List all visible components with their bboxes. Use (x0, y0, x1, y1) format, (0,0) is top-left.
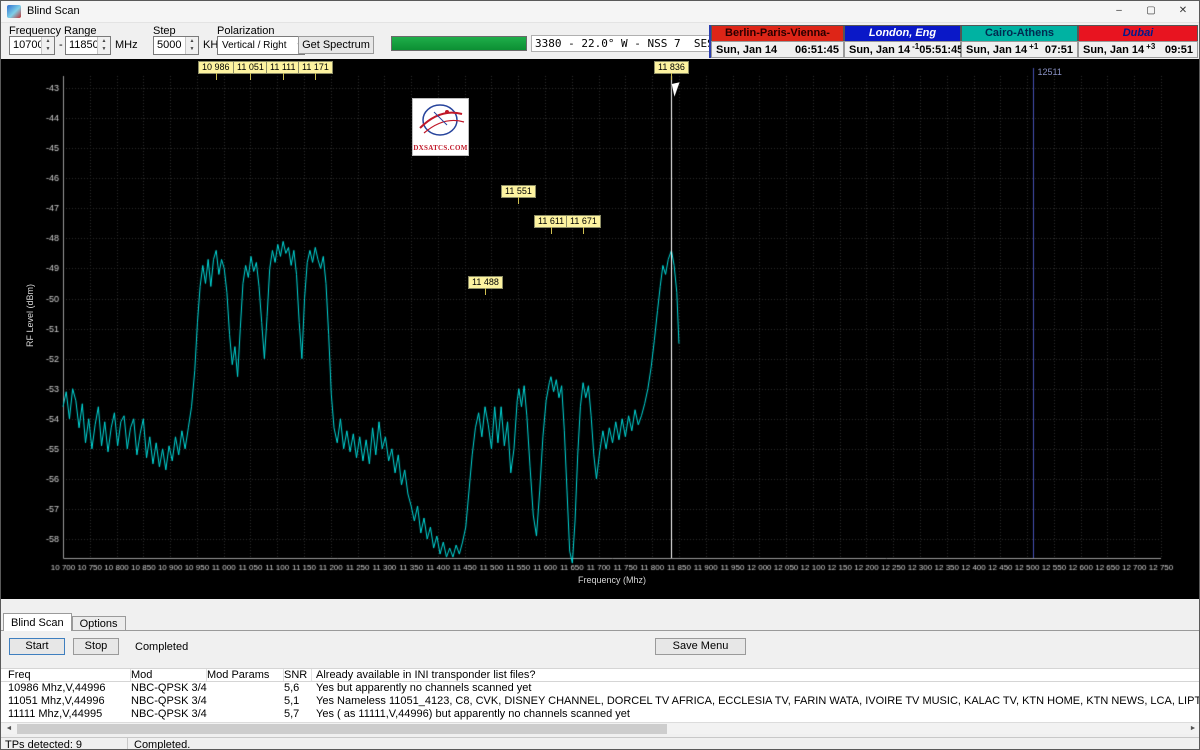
column-header-snr[interactable]: SNR (284, 669, 312, 681)
blind-scan-tab-panel: Start Stop Completed Save Menu Freq Mod … (1, 630, 1200, 750)
table-cell: 5,6 (284, 682, 312, 695)
minimize-button[interactable]: – (1103, 1, 1135, 23)
save-menu-button[interactable]: Save Menu (655, 638, 746, 655)
clock-date: Sun, Jan 14 (962, 44, 1027, 56)
table-row[interactable]: 11051 Mhz,V,44996NBC-QPSK 3/4 5,1Yes Name… (1, 695, 1200, 708)
tps-detected-label: TPs detected: 9 (1, 738, 128, 750)
scan-progress-bar (391, 36, 527, 51)
clock-london: London, Eng Sun, Jan 14 -1 05:51:45 (844, 25, 961, 58)
transponder-marker[interactable]: 11 671 (566, 215, 601, 228)
transponder-marker[interactable]: 11 171 (298, 61, 333, 74)
x-axis-title: Frequency (Mhz) (63, 575, 1161, 585)
start-button[interactable]: Start (9, 638, 65, 655)
transponder-marker[interactable]: 11 611 (534, 215, 568, 228)
transponder-marker[interactable]: 11 051 (233, 61, 268, 74)
spinner-arrows-icon[interactable]: ▲▼ (97, 37, 110, 54)
spectrum-canvas[interactable] (1, 59, 1200, 599)
world-clocks: Berlin-Paris-Vienna-Roma Sun, Jan 14 06:… (709, 25, 1198, 58)
clock-offset: +1 (1029, 42, 1038, 51)
clock-time: 09:51 (1165, 44, 1197, 56)
clock-date: Sun, Jan 14 (1079, 44, 1144, 56)
logo-graphic (414, 99, 467, 141)
app-icon (7, 5, 21, 18)
table-cell: 11051 Mhz,V,44996 (1, 695, 131, 708)
transponder-marker[interactable]: 10 986 (198, 61, 234, 74)
table-cell: 11111 Mhz,V,44995 (1, 708, 131, 721)
table-cell: Yes Nameless 11051_4123, C8, CVK, DISNEY… (312, 695, 1200, 708)
freq-unit-label: MHz (115, 39, 138, 51)
table-cell: Yes but apparently no channels scanned y… (312, 682, 1200, 695)
blind-scan-window: Blind Scan – ▢ ✕ Frequency Range 10700 ▲… (0, 0, 1200, 750)
spinner-arrows-icon[interactable]: ▲▼ (185, 37, 198, 54)
tab-blind-scan[interactable]: Blind Scan (3, 613, 72, 631)
transponder-marker[interactable]: 11 111 (266, 61, 300, 74)
clock-header-0: Berlin-Paris-Vienna-Roma (711, 25, 844, 41)
table-cell: 10986 Mhz,V,44996 (1, 682, 131, 695)
spectrum-chart: RF Level (dBm) Frequency (Mhz) 10 98611 … (1, 59, 1200, 599)
scan-status-label: Completed (135, 641, 188, 653)
clock-berlin: Berlin-Paris-Vienna-Roma Sun, Jan 14 06:… (711, 25, 844, 58)
satellite-position-display: 3380 - 22.0° W - NSS 7 SES 4 (531, 35, 731, 52)
tabstrip: Blind Scan Options (3, 613, 126, 631)
table-cell: NBC-QPSK 3/4 (131, 695, 207, 708)
column-header-mod-params[interactable]: Mod Params (207, 669, 284, 681)
table-row[interactable]: 11111 Mhz,V,44995NBC-QPSK 3/4 5,7Yes ( as… (1, 708, 1200, 721)
clock-date: Sun, Jan 14 (712, 44, 777, 56)
maximize-button[interactable]: ▢ (1135, 1, 1167, 23)
clock-offset: +3 (1146, 42, 1155, 51)
clock-header-1: London, Eng (844, 25, 961, 41)
bottom-panel: Blind Scan Options Start Stop Completed … (1, 599, 1200, 750)
y-axis-title: RF Level (dBm) (25, 284, 35, 347)
get-spectrum-button[interactable]: Get Spectrum (298, 36, 374, 54)
table-row[interactable]: 10986 Mhz,V,44996NBC-QPSK 3/4 5,6Yes but … (1, 682, 1200, 695)
table-cell: Yes ( as 11111,V,44996) but apparently n… (312, 708, 1200, 721)
logo-text: DXSATCS.COM (413, 144, 468, 152)
clock-offset: -1 (912, 42, 919, 51)
table-body: 10986 Mhz,V,44996NBC-QPSK 3/4 5,6Yes but … (1, 682, 1200, 722)
table-cell (207, 695, 284, 708)
column-header-freq[interactable]: Freq (1, 669, 131, 681)
statusbar: TPs detected: 9 Completed. (1, 737, 1200, 750)
table-cell (207, 682, 284, 695)
stop-button[interactable]: Stop (73, 638, 119, 655)
column-header-mod[interactable]: Mod (131, 669, 207, 681)
horizontal-scrollbar[interactable]: ◄ ► (1, 722, 1200, 734)
close-button[interactable]: ✕ (1167, 1, 1199, 23)
column-header-available[interactable]: Already available in INI transponder lis… (312, 669, 1200, 681)
clock-header-2: Cairo-Athens (961, 25, 1078, 41)
freq-to-spinner[interactable]: 11850 ▲▼ (65, 36, 111, 55)
step-spinner[interactable]: 5000 ▲▼ (153, 36, 199, 55)
table-cell (207, 708, 284, 721)
table-header: Freq Mod Mod Params SNR Already availabl… (1, 668, 1200, 682)
transponder-marker[interactable]: 11 551 (501, 185, 536, 198)
clock-dubai: Dubai Sun, Jan 14 +3 09:51 (1078, 25, 1198, 58)
clock-cairo: Cairo-Athens Sun, Jan 14 +1 07:51 (961, 25, 1078, 58)
titlebar: Blind Scan – ▢ ✕ (1, 1, 1199, 23)
scroll-left-icon[interactable]: ◄ (1, 724, 17, 734)
tab-options[interactable]: Options (72, 616, 126, 631)
scrollbar-thumb[interactable] (17, 724, 667, 734)
table-cell: 5,7 (284, 708, 312, 721)
table-cell: NBC-QPSK 3/4 (131, 682, 207, 695)
scroll-right-icon[interactable]: ► (1185, 724, 1200, 734)
clock-time: 06:51:45 (795, 44, 843, 56)
transponder-marker[interactable]: 11 836 (654, 61, 689, 74)
table-cell: 5,1 (284, 695, 312, 708)
transponder-marker[interactable]: 11 488 (468, 276, 503, 289)
clock-time: 07:51 (1045, 44, 1077, 56)
clock-date: Sun, Jan 14 (845, 44, 910, 56)
table-cell: NBC-QPSK 3/4 (131, 708, 207, 721)
spinner-arrows-icon[interactable]: ▲▼ (41, 37, 54, 54)
freq-from-spinner[interactable]: 10700 ▲▼ (9, 36, 55, 55)
statusbar-message: Completed. (128, 738, 190, 750)
polarization-dropdown[interactable]: Vertical / Right ▾ (217, 36, 305, 55)
reference-line-label: 12511 (1038, 67, 1062, 77)
dxsatcs-logo: DXSATCS.COM (412, 98, 469, 156)
window-title: Blind Scan (27, 5, 80, 17)
clock-header-3: Dubai (1078, 25, 1198, 41)
range-separator: - (59, 39, 63, 51)
